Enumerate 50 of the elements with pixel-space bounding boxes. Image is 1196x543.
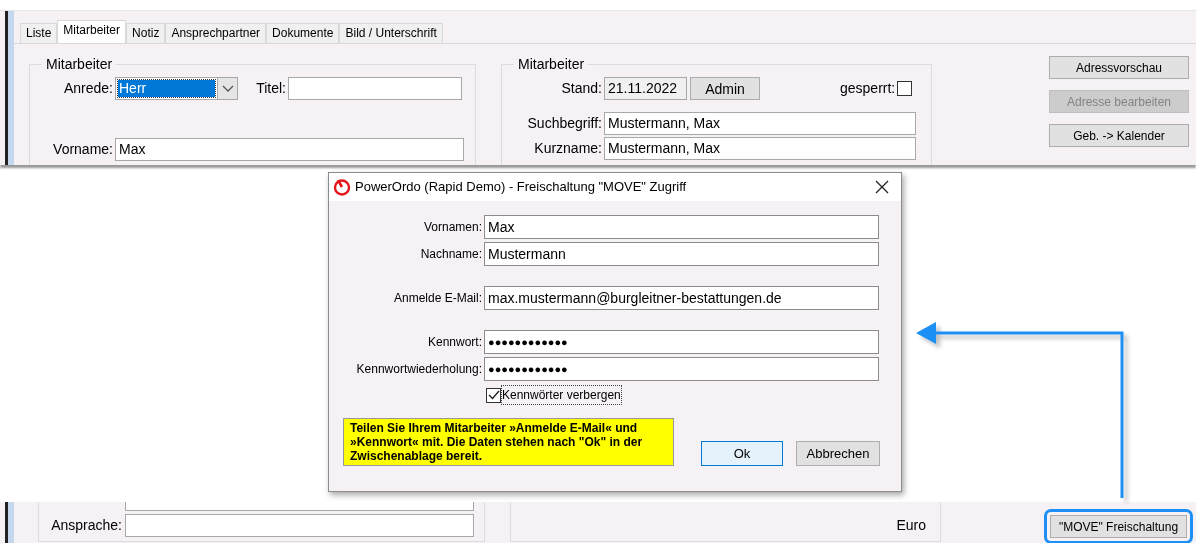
field-label: Nachname: (419, 246, 483, 263)
action-button[interactable]: Geb. -> Kalender (1049, 124, 1189, 147)
info-note: Teilen Sie Ihrem Mitarbeiter »Anmelde E-Mail« und »Kennwort« mit. Die Daten stehen nach "Ok" in der Zwischenablage bereit. (343, 418, 674, 466)
salutation-dropdown[interactable]: Herr (115, 77, 238, 100)
field-label: Vornamen: (422, 219, 483, 236)
field-label: Kennwortwiederholung: (355, 361, 483, 378)
close-icon[interactable] (875, 180, 889, 194)
cancel-button[interactable]: Abbrechen (796, 441, 880, 466)
input-field[interactable]: Mustermann, Max (604, 112, 916, 135)
dialog-title: PowerOrdo (Rapid Demo) - Freischaltung "MOVE" Zugriff (355, 178, 688, 197)
field-label: Stand: (560, 79, 603, 98)
tab[interactable]: Notiz (126, 23, 166, 43)
field-label: Kurzname: (533, 139, 603, 158)
checkmark-icon (487, 390, 500, 400)
activation-button[interactable]: "MOVE" Freischaltung (1050, 515, 1187, 538)
input-field[interactable]: Mustermann, Max (604, 137, 916, 160)
input-field[interactable]: Max (115, 138, 464, 161)
field-label: Anrede: (62, 79, 114, 98)
checkbox-label[interactable]: Kennwörter verbergen (502, 386, 621, 404)
field-label: gesperrt: (840, 79, 897, 98)
user-button[interactable]: Admin (690, 77, 760, 100)
tab[interactable]: Bild / Unterschrift (339, 23, 443, 43)
input-field[interactable]: ●●●●●●●●●●●● (484, 330, 879, 354)
chevron-down-icon (221, 84, 234, 93)
field-label: Titel: (255, 79, 287, 98)
group-title: Mitarbeiter (517, 56, 586, 72)
field-label: Ansprache: (50, 516, 123, 535)
input-field[interactable]: ●●●●●●●●●●●● (484, 357, 879, 381)
tab[interactable]: Ansprechpartner (165, 23, 267, 43)
input-field[interactable] (125, 502, 474, 511)
input-field[interactable]: Mustermann (484, 242, 879, 266)
field-label: Anmelde E-Mail: (392, 290, 483, 307)
input-field[interactable] (288, 77, 462, 100)
field-label: Kennwort: (426, 334, 483, 351)
input-field[interactable]: max.mustermann@burgleitner-bestattungen.de (484, 286, 879, 310)
group-title: Mitarbeiter (45, 56, 114, 72)
input-field[interactable]: Max (484, 215, 879, 239)
field-label: Vorname: (52, 140, 114, 159)
date-field: 21.11.2022 (604, 77, 687, 100)
checkbox[interactable] (897, 81, 913, 96)
tab[interactable]: Dokumente (266, 23, 340, 43)
tab[interactable]: Liste (20, 23, 58, 43)
ok-button[interactable]: Ok (701, 441, 783, 466)
currency-label: Euro (896, 516, 926, 535)
field-label: Suchbegriff: (526, 114, 603, 133)
power-logo-icon (333, 178, 351, 196)
checkbox[interactable] (486, 387, 501, 403)
tab[interactable]: Mitarbeiter (57, 20, 127, 43)
input-field[interactable] (125, 514, 474, 537)
action-button[interactable]: Adressvorschau (1049, 56, 1189, 79)
